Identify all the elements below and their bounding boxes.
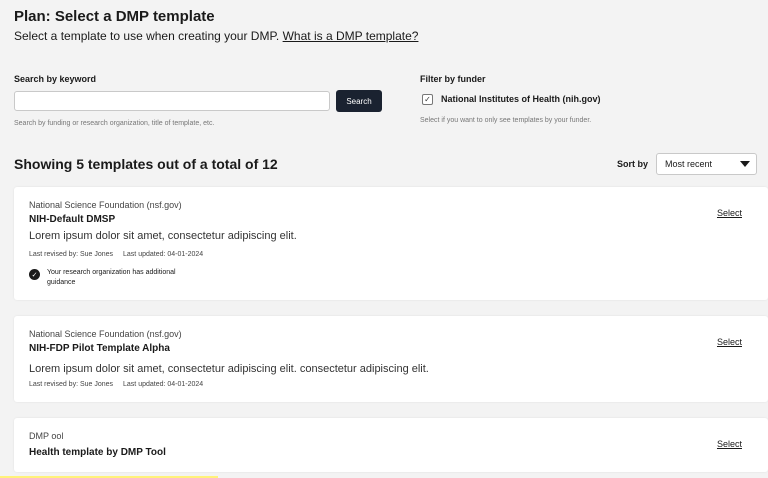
results-header: Showing 5 templates out of a total of 12… — [14, 153, 757, 175]
funder-filter-label: Filter by funder — [420, 74, 486, 84]
search-help-text: Search by funding or research organizati… — [14, 120, 215, 127]
revised-by: Last revised by: Sue Jones — [29, 251, 114, 258]
template-funder: National Science Foundation (nsf.gov) — [29, 200, 182, 210]
caret-down-icon — [740, 161, 750, 167]
results-title: Showing 5 templates out of a total of 12 — [14, 156, 278, 172]
sort-select[interactable]: Most recent — [656, 153, 757, 175]
search-button[interactable]: Search — [336, 90, 382, 112]
template-card: National Science Foundation (nsf.gov) NI… — [14, 316, 768, 402]
subtitle-text: Select a template to use when creating y… — [14, 29, 280, 43]
template-description: Lorem ipsum dolor sit amet, consectetur … — [29, 230, 297, 242]
sort-value: Most recent — [665, 159, 713, 169]
funder-checkbox-row[interactable]: ✓ National Institutes of Health (nih.gov… — [420, 89, 601, 109]
last-updated: Last updated: 04-01-2024 — [123, 381, 204, 388]
page-title: Plan: Select a DMP template — [14, 8, 215, 25]
search-input[interactable] — [14, 91, 330, 111]
last-updated: Last updated: 04-01-2024 — [123, 251, 204, 258]
template-meta: Last revised by: Sue Jones Last updated:… — [29, 250, 742, 260]
template-funder: DMP ool — [29, 431, 64, 441]
funder-checkbox[interactable]: ✓ — [422, 93, 433, 105]
sort-label: Sort by — [616, 159, 648, 169]
template-title: NIH-FDP Pilot Template Alpha — [29, 343, 170, 354]
what-is-template-link[interactable]: What is a DMP template? — [283, 29, 419, 43]
template-meta: Last revised by: Sue Jones Last updated:… — [29, 380, 742, 390]
revised-by: Last revised by: Sue Jones — [29, 381, 114, 388]
template-description: Lorem ipsum dolor sit amet, consectetur … — [29, 363, 429, 375]
funder-checkbox-label: National Institutes of Health (nih.gov) — [441, 94, 601, 104]
checkmark-icon: ✓ — [424, 94, 431, 104]
funder-filter-section: Filter by funder ✓ National Institutes o… — [420, 73, 601, 129]
guidance-text: Your research organization has additiona… — [47, 269, 176, 286]
check-circle-icon: ✓ — [29, 269, 40, 280]
page: Plan: Select a DMP template Select a tem… — [0, 0, 768, 472]
template-title: Health template by DMP Tool — [29, 447, 166, 458]
filters: Search by keyword Search Search by fundi… — [14, 73, 754, 129]
search-label: Search by keyword — [14, 74, 97, 84]
guidance-note: ✓ Your research organization has additio… — [29, 268, 742, 288]
template-funder: National Science Foundation (nsf.gov) — [29, 329, 182, 339]
search-row: Search — [14, 90, 420, 112]
page-subtitle: Select a template to use when creating y… — [14, 28, 754, 44]
template-list: National Science Foundation (nsf.gov) NI… — [14, 187, 768, 472]
select-template-link[interactable]: Select — [717, 439, 742, 449]
funder-help-text: Select if you want to only see templates… — [420, 117, 592, 124]
template-card: National Science Foundation (nsf.gov) NI… — [14, 187, 768, 300]
select-template-link[interactable]: Select — [717, 337, 742, 347]
template-card: DMP ool Health template by DMP Tool Sele… — [14, 418, 768, 472]
select-template-link[interactable]: Select — [717, 208, 742, 218]
template-title: NIH-Default DMSP — [29, 214, 116, 225]
search-section: Search by keyword Search Search by fundi… — [14, 73, 420, 129]
sort-group: Sort by Most recent — [617, 153, 757, 175]
